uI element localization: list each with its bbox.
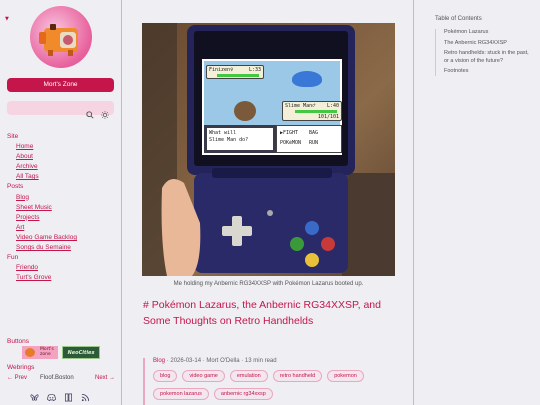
player-name: Slime Man♂ <box>285 103 316 109</box>
menu-run: RUN <box>309 140 319 146</box>
prompt-line-2: Slime Man do? <box>209 137 249 143</box>
webring-prev-link[interactable]: ← Prev <box>7 375 27 381</box>
tag-video-game[interactable]: video game <box>182 370 225 382</box>
game-screen: Finizen♀ L:33 Slime Man♂ L:40 101/101 Wh… <box>202 59 342 155</box>
battle-prompt: What will Slime Man do? <box>204 125 276 153</box>
nav-section-posts: Posts <box>7 183 24 191</box>
social-links <box>30 387 90 402</box>
neocities-badge[interactable]: NeoCities <box>62 346 100 359</box>
nav-section-site: Site <box>7 133 19 140</box>
nav-link-projects[interactable]: Projects <box>7 213 77 223</box>
enemy-level: L:33 <box>248 67 261 73</box>
bluesky-icon[interactable] <box>30 387 39 401</box>
nav-link-turts-grove[interactable]: Turt's Grove <box>7 273 77 283</box>
rss-icon[interactable] <box>81 387 90 402</box>
menu-fight: ▶FIGHT <box>280 130 299 136</box>
player-status-box: Slime Man♂ L:40 101/101 <box>282 101 342 121</box>
tag-anbernic-rg34xxsp[interactable]: anbernic rg34xxsp <box>213 388 273 400</box>
nav-link-friendo[interactable]: Friendo <box>7 263 77 273</box>
toc-item-anbernic[interactable]: The Anbernic RG34XXSP <box>444 40 535 48</box>
tag-blog[interactable]: blog <box>153 370 178 382</box>
sidebar: ▼ Mort's Zone Site Home About Archive Al… <box>0 0 122 405</box>
tag-pokemon-lazarus[interactable]: pokemon lazarus <box>153 388 209 400</box>
avatar[interactable] <box>30 6 92 68</box>
player-hp: 101/101 <box>317 114 339 120</box>
post-hero-photo: Finizen♀ L:33 Slime Man♂ L:40 101/101 Wh… <box>142 23 395 276</box>
enemy-sprite <box>292 71 322 87</box>
tag-pokemon[interactable]: pokemon <box>327 370 364 382</box>
book-icon[interactable] <box>64 387 73 402</box>
nav-link-blog[interactable]: Blog <box>7 193 77 203</box>
toc-item-retro-handhelds[interactable]: Retro handhelds: stuck in the past, or a… <box>444 50 535 65</box>
toc-heading: Table of Contents <box>435 16 482 22</box>
menu-pokemon: POKéMON <box>280 140 302 146</box>
tag-retro-handheld[interactable]: retro handheld <box>272 370 323 382</box>
tag-emulation[interactable]: emulation <box>229 370 268 382</box>
menu-toggle-icon[interactable]: ▼ <box>5 16 9 22</box>
enemy-status-box: Finizen♀ L:33 <box>206 65 264 79</box>
menu-bag: BAG <box>309 130 319 136</box>
toc-list: Pokémon Lazarus The Anbernic RG34XXSP Re… <box>435 29 535 76</box>
main-content: Finizen♀ L:33 Slime Man♂ L:40 101/101 Wh… <box>123 0 414 405</box>
player-hp-bar <box>295 110 337 113</box>
site-nav: Site Home About Archive All Tags Posts B… <box>7 132 77 283</box>
buttons-heading: Buttons <box>7 338 30 345</box>
post-author: Mort O'Della <box>206 358 240 364</box>
search-bar[interactable] <box>7 101 114 119</box>
enemy-name: Finizen♀ <box>209 67 234 73</box>
post-meta-line: Blog · 2026-03-14 · Mort O'Della · 13 mi… <box>153 358 277 364</box>
photo-caption: Me holding my Anbernic RG34XXSP with Pok… <box>173 281 364 287</box>
webring-name[interactable]: Floof.Boston <box>40 375 74 381</box>
prompt-line-1: What will <box>209 130 237 136</box>
post-title: # Pokémon Lazarus, the Anbernic RG34XXSP… <box>143 299 381 327</box>
theme-toggle-icon[interactable] <box>101 104 109 123</box>
search-icon[interactable] <box>86 104 94 123</box>
table-of-contents: Table of Contents Pokémon Lazarus The An… <box>435 16 535 79</box>
nav-link-all-tags[interactable]: All Tags <box>7 172 77 182</box>
player-level: L:40 <box>326 103 339 109</box>
site-name-button[interactable]: Mort's Zone <box>7 78 114 92</box>
post-read-time: 13 min read <box>244 358 277 364</box>
discord-icon[interactable] <box>47 387 56 402</box>
toc-item-pokemon-lazarus[interactable]: Pokémon Lazarus <box>444 29 535 37</box>
nav-link-art[interactable]: Art <box>7 223 77 233</box>
cassette-character-icon <box>39 24 78 56</box>
badge-label: Mort's zone <box>40 347 54 357</box>
nav-link-songs-du-semaine[interactable]: Songs du Semaine <box>7 243 77 253</box>
post-tags: blog video game emulation retro handheld… <box>153 370 408 400</box>
nav-link-video-game-backlog[interactable]: Video Game Backlog <box>7 233 77 243</box>
nav-section-fun: Fun <box>7 254 19 262</box>
morts-zone-badge[interactable]: Mort's zone <box>22 346 58 359</box>
webrings-heading: Webrings <box>7 364 35 371</box>
nav-link-archive[interactable]: Archive <box>7 162 77 172</box>
enemy-hp-bar <box>217 74 259 77</box>
battle-menu: ▶FIGHT BAG POKéMON RUN <box>276 125 342 153</box>
webring-next-link[interactable]: Next → <box>95 375 115 381</box>
cassette-icon <box>25 348 35 357</box>
nav-link-sheet-music[interactable]: Sheet Music <box>7 203 77 213</box>
post-meta: Blog · 2026-03-14 · Mort O'Della · 13 mi… <box>143 358 408 405</box>
player-sprite <box>234 101 256 121</box>
post-date: 2026-03-14 <box>170 358 202 364</box>
nav-link-home[interactable]: Home <box>7 142 77 152</box>
nav-link-about[interactable]: About <box>7 152 77 162</box>
post-category-link[interactable]: Blog <box>153 358 165 364</box>
toc-item-footnotes[interactable]: Footnotes <box>444 68 535 76</box>
